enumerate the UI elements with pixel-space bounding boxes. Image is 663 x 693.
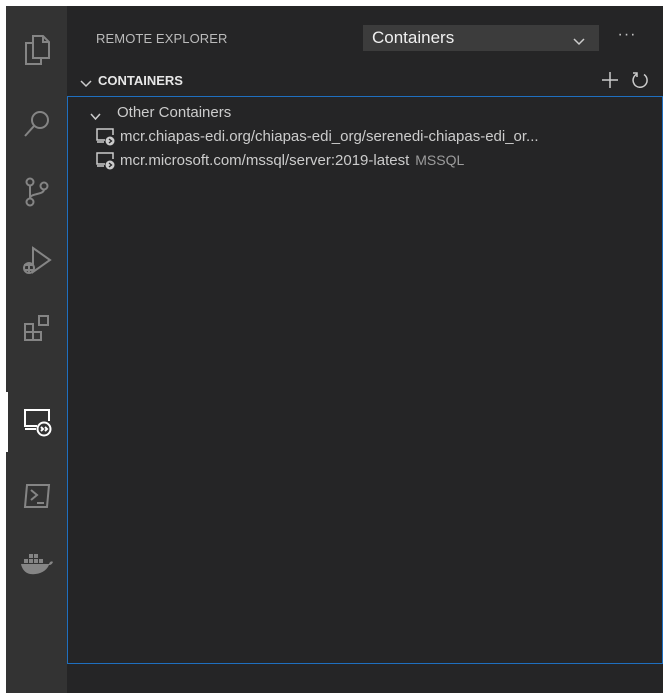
chevron-down-icon [80, 75, 92, 93]
plus-icon [601, 71, 619, 94]
remote-explorer-sidebar: REMOTE EXPLORER Containers ··· CONTAINER… [67, 6, 663, 693]
section-title: CONTAINERS [98, 73, 183, 88]
chevron-down-icon [90, 108, 101, 126]
tree-group-other-containers[interactable]: Other Containers [68, 101, 662, 125]
source-control-icon[interactable] [6, 162, 67, 222]
refresh-icon [631, 71, 649, 94]
sidebar-header: REMOTE EXPLORER Containers ··· [67, 22, 663, 51]
remote-explorer-window: REMOTE EXPLORER Containers ··· CONTAINER… [6, 6, 663, 693]
add-container-button[interactable] [599, 71, 621, 93]
chevron-down-icon [573, 33, 585, 51]
refresh-button[interactable] [629, 71, 651, 93]
dropdown-value: Containers [372, 28, 455, 47]
container-name: mcr.chiapas-edi.org/chiapas-edi_org/sere… [120, 128, 539, 145]
explorer-icon[interactable] [6, 20, 67, 80]
remote-explorer-icon[interactable] [6, 392, 67, 452]
container-item[interactable]: mcr.chiapas-edi.org/chiapas-edi_org/sere… [68, 125, 662, 149]
docker-icon[interactable] [6, 534, 67, 594]
group-label: Other Containers [117, 104, 232, 121]
extensions-icon[interactable] [6, 298, 67, 358]
container-item[interactable]: mcr.microsoft.com/mssql/server:2019-late… [68, 149, 662, 173]
container-icon [96, 152, 116, 175]
search-icon[interactable] [6, 94, 67, 154]
more-actions-button[interactable]: ··· [615, 27, 639, 48]
sidebar-title: REMOTE EXPLORER [96, 31, 228, 46]
terminal-icon[interactable] [6, 466, 67, 526]
container-icon [96, 128, 116, 151]
remote-view-dropdown[interactable]: Containers [363, 25, 599, 51]
containers-tree: Other Containers mcr.chiapas-edi.org/chi… [67, 96, 663, 664]
container-label: mcr.chiapas-edi.org/chiapas-edi_org/sere… [120, 128, 545, 145]
container-description: MSSQL [415, 152, 465, 168]
containers-section-header[interactable]: CONTAINERS [67, 68, 663, 94]
container-name: mcr.microsoft.com/mssql/server:2019-late… [120, 152, 410, 169]
run-debug-icon[interactable] [6, 230, 67, 290]
container-label: mcr.microsoft.com/mssql/server:2019-late… [120, 152, 464, 169]
activity-bar [6, 6, 67, 693]
